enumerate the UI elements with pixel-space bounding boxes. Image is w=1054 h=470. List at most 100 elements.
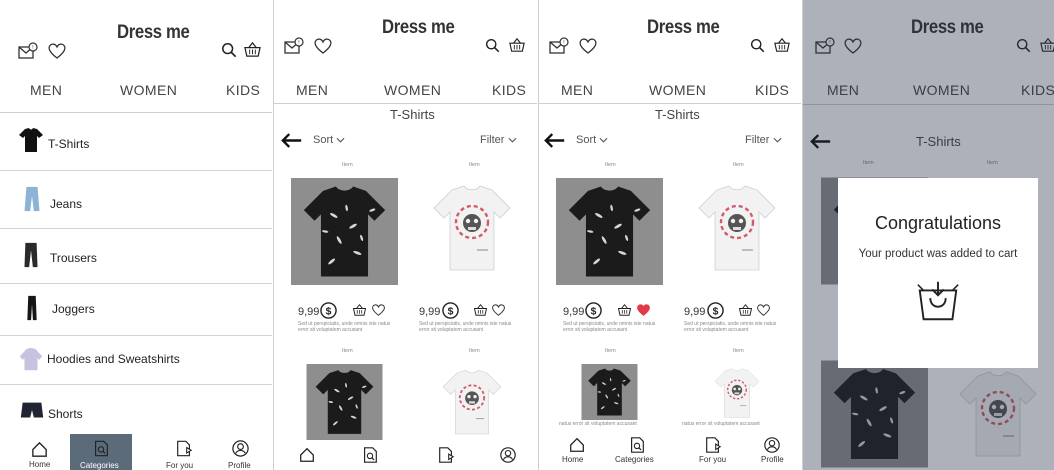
heart-icon[interactable] (313, 37, 333, 55)
nav-for-you[interactable]: For you (697, 432, 737, 470)
product-description: Sed ut perspiciatis, unde omnis iste nat… (684, 321, 777, 333)
tab-women[interactable]: WOMEN (384, 82, 441, 98)
category-item-tshirts[interactable]: T-Shirts (0, 113, 272, 171)
nav-label: Home (562, 455, 584, 464)
category-item-jeans[interactable]: Jeans (0, 171, 272, 229)
joggers-icon (18, 292, 46, 324)
filter-button[interactable]: Filter (745, 134, 782, 146)
category-item-shorts[interactable]: Shorts (0, 385, 272, 437)
basket-icon[interactable] (617, 303, 632, 317)
home-icon[interactable] (298, 446, 316, 464)
basket-icon[interactable] (243, 41, 262, 58)
tab-men[interactable]: MEN (30, 82, 62, 98)
category-item-joggers[interactable]: Joggers (0, 284, 272, 336)
item-caption: Item (733, 348, 744, 354)
nav-for-you[interactable]: For you (160, 434, 210, 470)
nav-label: Categories (615, 455, 654, 464)
tab-men[interactable]: MEN (296, 82, 328, 98)
product-image[interactable] (422, 364, 522, 440)
product-image[interactable] (291, 364, 398, 440)
heart-icon[interactable] (491, 303, 506, 317)
tab-kids[interactable]: KIDS (755, 82, 789, 98)
item-caption: Item (469, 162, 480, 168)
nav-home[interactable]: Home (557, 432, 597, 470)
search-icon[interactable] (221, 42, 237, 58)
nav-categories[interactable]: Categories (613, 432, 663, 470)
price: 9,99 (419, 306, 441, 318)
price: 9,99 (298, 306, 320, 318)
trousers-icon (17, 239, 45, 271)
category-label: Joggers (52, 302, 95, 316)
product-image[interactable] (556, 178, 663, 285)
category-label: Shorts (48, 407, 83, 421)
page-title: T-Shirts (655, 107, 700, 122)
hoodie-icon (17, 344, 45, 374)
product-image[interactable] (291, 178, 398, 285)
basket-icon[interactable] (352, 303, 367, 317)
search-icon[interactable] (750, 38, 765, 53)
divider (539, 103, 801, 104)
jeans-icon (18, 184, 46, 214)
tab-women[interactable]: WOMEN (649, 82, 706, 98)
category-item-hoodies[interactable]: Hoodies and Sweatshirts (0, 336, 272, 385)
product-image[interactable] (687, 178, 787, 278)
bottom-nav (274, 440, 537, 470)
tab-women[interactable]: WOMEN (120, 82, 177, 98)
back-arrow-icon[interactable] (544, 133, 566, 148)
tab-men[interactable]: MEN (561, 82, 593, 98)
sort-button[interactable]: Sort (576, 134, 608, 146)
nav-profile[interactable]: Profile (222, 434, 262, 470)
bottom-nav: Home Categories For you Profile (539, 432, 801, 470)
categories-icon[interactable] (361, 446, 379, 464)
chevron-down-icon (336, 137, 345, 143)
mail-icon[interactable] (284, 37, 304, 55)
mail-icon[interactable] (18, 42, 38, 60)
heart-icon[interactable] (371, 303, 386, 317)
added-to-cart-dialog: Congratulations Your product was added t… (838, 178, 1038, 368)
basket-icon[interactable] (508, 37, 526, 53)
basket-icon[interactable] (738, 303, 753, 317)
nav-label: Profile (228, 461, 251, 470)
price: 9,99 (684, 306, 706, 318)
heart-icon[interactable] (756, 303, 771, 317)
nav-label: For you (699, 455, 727, 464)
dialog-title: Congratulations (874, 213, 1002, 233)
tab-kids[interactable]: KIDS (226, 82, 260, 98)
search-icon[interactable] (485, 38, 500, 53)
nav-home[interactable]: Home (20, 434, 60, 470)
heart-icon[interactable] (578, 37, 598, 55)
chevron-down-icon (773, 137, 782, 143)
basket-icon[interactable] (473, 303, 488, 317)
tshirt-icon (16, 125, 46, 155)
tab-kids[interactable]: KIDS (492, 82, 526, 98)
filter-label: Filter (480, 134, 505, 146)
filter-button[interactable]: Filter (480, 134, 517, 146)
for-you-icon (704, 436, 722, 454)
product-description-truncated: natus error sit voluptatem accusant (682, 421, 760, 427)
product-image[interactable] (687, 364, 787, 422)
mail-icon[interactable] (549, 37, 569, 55)
sort-label: Sort (576, 134, 597, 146)
category-item-trousers[interactable]: Trousers (0, 229, 272, 284)
home-icon (568, 436, 586, 454)
basket-icon[interactable] (773, 37, 791, 53)
heart-filled-icon[interactable] (636, 303, 651, 317)
item-caption: Item (342, 348, 353, 354)
product-image[interactable] (556, 364, 663, 420)
cart-bag-icon (914, 280, 962, 322)
category-label: Hoodies and Sweatshirts (47, 352, 180, 366)
chevron-down-icon (599, 137, 608, 143)
nav-label: For you (166, 461, 194, 470)
categories-icon (92, 439, 110, 458)
product-image[interactable] (422, 178, 522, 278)
nav-categories[interactable]: Categories (70, 434, 132, 470)
item-caption: Item (469, 348, 480, 354)
profile-icon[interactable] (499, 446, 517, 464)
back-arrow-icon[interactable] (281, 133, 303, 148)
heart-icon[interactable] (47, 42, 67, 60)
nav-profile[interactable]: Profile (759, 432, 799, 470)
filter-label: Filter (745, 134, 770, 146)
sort-button[interactable]: Sort (313, 134, 345, 146)
app-title: Dress me (117, 22, 190, 43)
for-you-icon[interactable] (437, 446, 455, 464)
